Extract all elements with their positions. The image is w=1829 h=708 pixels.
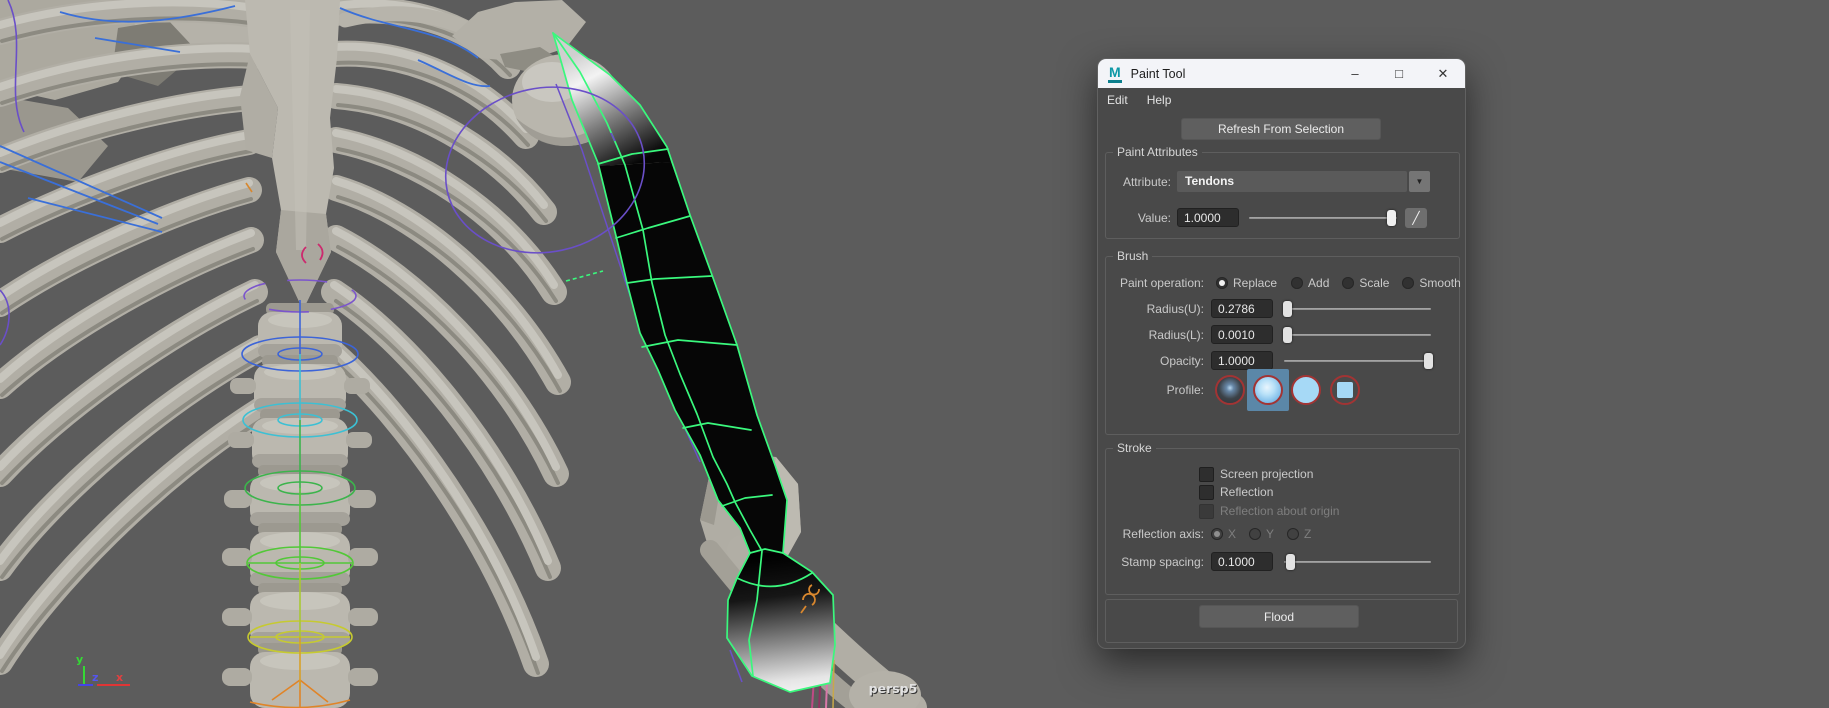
reflection-label: Reflection	[1220, 485, 1273, 499]
flood-button[interactable]: Flood	[1199, 605, 1359, 628]
paint-tool-window: M Paint Tool – □ ✕ Edit Help Refresh Fro…	[1097, 58, 1466, 649]
menu-bar: Edit Help	[1098, 88, 1465, 112]
value-slider[interactable]	[1249, 210, 1397, 226]
stamp-spacing-slider-handle[interactable]	[1286, 554, 1295, 570]
profile-square-wrap	[1330, 369, 1360, 411]
reflection-axis-x-label: X	[1228, 527, 1236, 541]
profile-label: Profile:	[1098, 383, 1211, 397]
title-bar[interactable]: M Paint Tool – □ ✕	[1098, 59, 1465, 88]
reflection-about-origin-checkbox	[1199, 504, 1214, 519]
stroke-section-label: Stroke	[1113, 441, 1156, 455]
stamp-spacing-slider[interactable]	[1284, 554, 1431, 570]
gaussian-brush-icon[interactable]	[1215, 375, 1245, 405]
reflection-axis-label: Reflection axis:	[1098, 527, 1211, 541]
attribute-dropdown[interactable]: Tendons	[1177, 171, 1407, 192]
square-brush-icon[interactable]	[1330, 375, 1360, 405]
axis-y-label: y	[76, 653, 83, 666]
radius-u-slider-handle[interactable]	[1283, 301, 1292, 317]
paint-op-smooth-label: Smooth	[1419, 276, 1460, 290]
reflection-axis-z-label: Z	[1304, 527, 1311, 541]
screen-projection-checkbox[interactable]	[1199, 467, 1214, 482]
maya-application: y z x persp5 persp5 M Paint Tool – □ ✕ E…	[0, 0, 1829, 708]
radius-u-field[interactable]	[1211, 299, 1273, 318]
radius-l-slider[interactable]	[1284, 327, 1431, 343]
stamp-spacing-label: Stamp spacing:	[1098, 555, 1211, 569]
radius-l-label: Radius(L):	[1098, 328, 1211, 342]
screen-projection-label: Screen projection	[1220, 467, 1313, 481]
pencil-icon[interactable]: ╱	[1405, 208, 1427, 228]
paint-op-add-radio[interactable]	[1291, 277, 1303, 289]
radius-u-slider[interactable]	[1284, 301, 1431, 317]
radius-l-field[interactable]	[1211, 325, 1273, 344]
maya-app-icon: M	[1108, 65, 1122, 83]
radius-u-label: Radius(U):	[1098, 302, 1211, 316]
value-slider-handle[interactable]	[1387, 210, 1396, 226]
value-label: Value:	[1098, 211, 1177, 225]
reflection-axis-z-radio	[1287, 528, 1299, 540]
window-title: Paint Tool	[1131, 67, 1186, 81]
menu-help[interactable]: Help	[1147, 93, 1172, 107]
paint-op-add-label: Add	[1308, 276, 1329, 290]
menu-edit[interactable]: Edit	[1107, 93, 1128, 107]
axis-x-label: x	[116, 671, 123, 684]
axis-z-label: z	[92, 671, 98, 684]
reflection-axis-y-label: Y	[1266, 527, 1274, 541]
paint-op-scale-label: Scale	[1359, 276, 1389, 290]
paint-op-scale-radio[interactable]	[1342, 277, 1354, 289]
viewport-3d[interactable]: y z x persp5 persp5	[0, 0, 1829, 708]
maximize-icon[interactable]: □	[1377, 59, 1421, 88]
attribute-label: Attribute:	[1098, 175, 1177, 189]
brush-section-label: Brush	[1113, 249, 1152, 263]
paint-op-smooth-radio[interactable]	[1402, 277, 1414, 289]
profile-solid-wrap	[1291, 369, 1321, 411]
stamp-spacing-field[interactable]	[1211, 552, 1273, 571]
reflection-axis-y-radio	[1249, 528, 1261, 540]
paint-op-replace-label: Replace	[1233, 276, 1277, 290]
minimize-icon[interactable]: –	[1333, 59, 1377, 88]
paint-operation-label: Paint operation:	[1098, 276, 1211, 290]
reflection-axis-x-radio	[1211, 528, 1223, 540]
value-field[interactable]	[1177, 208, 1239, 227]
opacity-slider-handle[interactable]	[1424, 353, 1433, 369]
solid-brush-icon[interactable]	[1291, 375, 1321, 405]
refresh-from-selection-button[interactable]: Refresh From Selection	[1181, 118, 1381, 140]
paint-op-replace-radio[interactable]	[1216, 277, 1228, 289]
reflection-checkbox[interactable]	[1199, 485, 1214, 500]
radius-l-slider-handle[interactable]	[1283, 327, 1292, 343]
profile-soft-wrap	[1247, 369, 1289, 411]
chevron-down-icon[interactable]: ▼	[1409, 171, 1430, 192]
close-icon[interactable]: ✕	[1421, 59, 1465, 88]
reflection-about-origin-label: Reflection about origin	[1220, 504, 1339, 518]
paint-attributes-section-label: Paint Attributes	[1113, 145, 1202, 159]
soft-brush-icon[interactable]	[1253, 375, 1283, 405]
profile-gaussian-wrap	[1215, 369, 1245, 411]
camera-label: persp5	[869, 681, 918, 696]
